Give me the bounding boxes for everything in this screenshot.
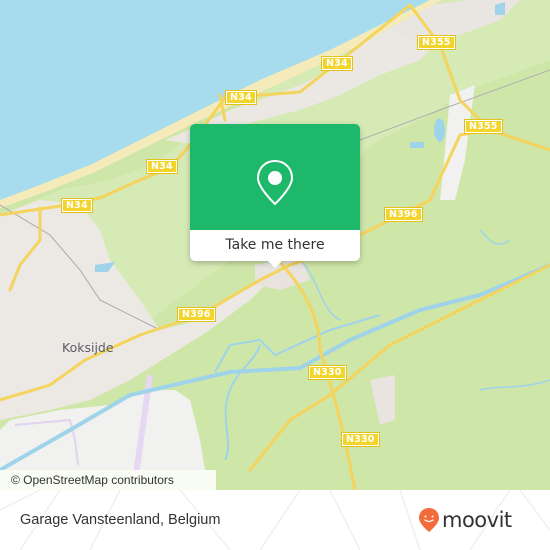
footer: Garage Vansteenland, Belgium moovit: [0, 490, 550, 550]
popup-pointer: [267, 260, 283, 268]
road-label-n396: N396: [384, 207, 423, 222]
moovit-pin-icon: [419, 508, 439, 532]
popup-header: [190, 124, 360, 230]
road-label-n330: N330: [308, 365, 347, 380]
road-label-n34: N34: [225, 90, 257, 105]
place-label-koksijde: Koksijde: [62, 340, 114, 355]
road-label-n330: N330: [341, 432, 380, 447]
road-label-n34: N34: [146, 159, 178, 174]
location-pin-icon: [256, 159, 294, 206]
moovit-wordmark: moovit: [442, 508, 512, 532]
map[interactable]: N34 N34 N34 N34 N355 N355 N396 N396 N330…: [0, 0, 550, 490]
take-me-there-button[interactable]: Take me there: [190, 230, 360, 261]
road-label-n355: N355: [417, 35, 456, 50]
road-label-n396: N396: [177, 307, 216, 322]
road-label-n34: N34: [321, 56, 353, 71]
place-name: Garage Vansteenland, Belgium: [20, 512, 221, 528]
road-label-n34: N34: [61, 198, 93, 213]
moovit-logo[interactable]: moovit: [418, 506, 512, 534]
osm-attribution-link[interactable]: © OpenStreetMap contributors: [0, 470, 216, 490]
road-label-n355: N355: [464, 119, 503, 134]
location-popup: Take me there: [190, 124, 360, 268]
